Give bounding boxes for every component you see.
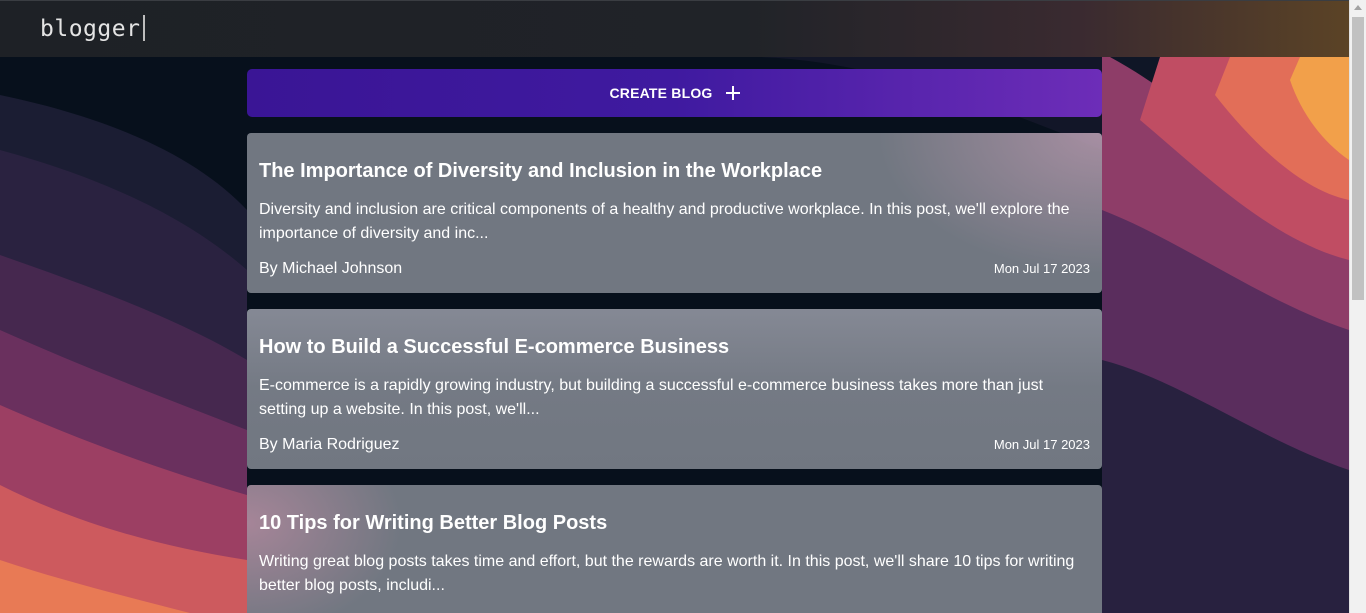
brand-logo[interactable]: blogger	[40, 15, 146, 42]
post-excerpt: Writing great blog posts takes time and …	[259, 553, 1075, 594]
blog-list-page: blogger CREATE BLOG The Importance of Di…	[0, 0, 1366, 613]
vertical-scrollbar[interactable]	[1349, 0, 1366, 613]
post-author: By Maria Rodriguez	[259, 436, 400, 453]
create-blog-button[interactable]: CREATE BLOG	[247, 69, 1102, 117]
post-excerpt: E-commerce is a rapidly growing industry…	[259, 377, 1044, 418]
top-navigation-bar: blogger	[0, 0, 1349, 57]
scroll-up-arrow-icon[interactable]	[1354, 5, 1362, 10]
post-title[interactable]: The Importance of Diversity and Inclusio…	[259, 160, 822, 183]
blog-post-card[interactable]: The Importance of Diversity and Inclusio…	[247, 133, 1102, 293]
blog-post-card[interactable]: 10 Tips for Writing Better Blog Posts Wr…	[247, 485, 1102, 613]
blog-post-card[interactable]: How to Build a Successful E-commerce Bus…	[247, 309, 1102, 469]
post-title[interactable]: 10 Tips for Writing Better Blog Posts	[259, 512, 607, 535]
text-cursor-icon	[143, 15, 146, 41]
post-title[interactable]: How to Build a Successful E-commerce Bus…	[259, 336, 729, 359]
post-excerpt: Diversity and inclusion are critical com…	[259, 201, 1070, 242]
create-blog-label: CREATE BLOG	[609, 85, 713, 101]
logo-text[interactable]: blogger	[40, 16, 140, 42]
plus-icon	[725, 86, 740, 100]
post-date: Mon Jul 17 2023	[993, 261, 1090, 276]
post-date: Mon Jul 17 2023	[993, 437, 1090, 452]
scrollbar-thumb[interactable]	[1352, 17, 1364, 300]
post-author: By Michael Johnson	[259, 260, 403, 277]
